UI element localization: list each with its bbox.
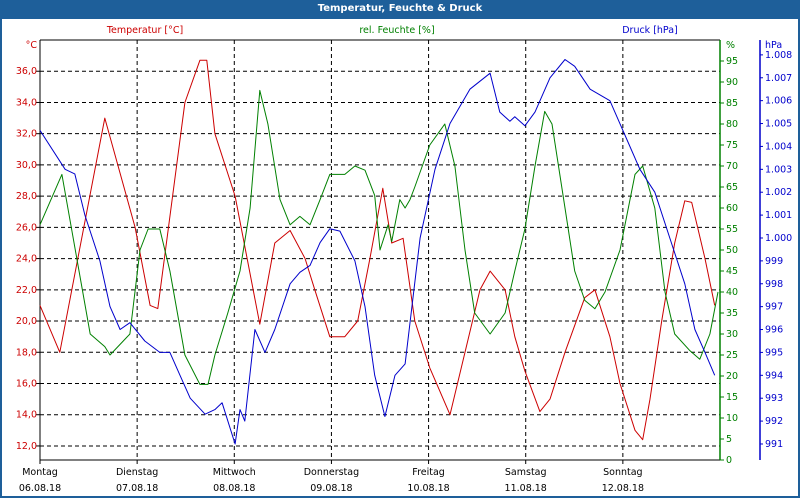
pressure-tick-label: 991 bbox=[765, 439, 783, 450]
day-name: Samstag bbox=[505, 467, 547, 478]
pressure-tick-label: 1.006 bbox=[765, 96, 792, 107]
humidity-tick-label: 55 bbox=[726, 224, 738, 235]
pressure-tick-label: 1.008 bbox=[765, 50, 792, 61]
temp-tick-label: 16,0 bbox=[16, 378, 37, 389]
pressure-axis-title: Druck [hPa] bbox=[622, 25, 678, 36]
day-date: 06.08.18 bbox=[19, 483, 61, 494]
humidity-tick-label: 40 bbox=[726, 287, 738, 298]
pressure-tick-label: 1.000 bbox=[765, 233, 792, 244]
series-line-press bbox=[39, 59, 716, 445]
pressure-tick-label: 995 bbox=[765, 347, 783, 358]
humidity-tick-label: 15 bbox=[726, 392, 738, 403]
chart: 12,0 14,0 16,0 18,0 20,0 22,0 24,0 26,0 28,0 30,0… bbox=[16, 25, 792, 494]
day-date: 09.08.18 bbox=[310, 483, 352, 494]
pressure-tick-label: 994 bbox=[765, 370, 783, 381]
temp-unit: °C bbox=[26, 40, 38, 51]
temp-tick-label: 14,0 bbox=[16, 410, 37, 421]
day-date: 12.08.18 bbox=[602, 483, 644, 494]
day-name: Mittwoch bbox=[213, 467, 256, 478]
temp-tick-label: 20,0 bbox=[16, 316, 37, 327]
series-line-temp bbox=[39, 59, 716, 441]
day-name: Montag bbox=[22, 467, 58, 478]
pressure-tick-label: 996 bbox=[765, 325, 783, 336]
day-name: Donnerstag bbox=[304, 467, 359, 478]
temp-tick-label: 12,0 bbox=[16, 441, 37, 452]
temp-tick-label: 24,0 bbox=[16, 254, 37, 265]
pressure-tick-label: 1.004 bbox=[765, 141, 792, 152]
humidity-tick-label: 45 bbox=[726, 266, 738, 277]
temp-tick-label: 34,0 bbox=[16, 97, 37, 108]
humidity-tick-label: 5 bbox=[726, 434, 732, 445]
humidity-axis-title: rel. Feuchte [%] bbox=[359, 25, 434, 36]
temp-tick-label: 30,0 bbox=[16, 160, 37, 171]
humidity-tick-label: 65 bbox=[726, 182, 738, 193]
humidity-tick-label: 60 bbox=[726, 203, 738, 214]
temp-tick-label: 28,0 bbox=[16, 191, 37, 202]
humidity-tick-label: 50 bbox=[726, 245, 738, 256]
humidity-tick-label: 20 bbox=[726, 371, 738, 382]
humidity-tick-label: 0 bbox=[726, 455, 732, 466]
pressure-tick-label: 1.003 bbox=[765, 164, 792, 175]
humidity-tick-label: 95 bbox=[726, 56, 738, 67]
humidity-unit: % bbox=[726, 40, 735, 51]
day-name: Freitag bbox=[412, 467, 445, 478]
temp-tick-label: 18,0 bbox=[16, 347, 37, 358]
pressure-tick-label: 999 bbox=[765, 256, 783, 267]
temp-tick-label: 26,0 bbox=[16, 222, 37, 233]
temp-tick-label: 22,0 bbox=[16, 285, 37, 296]
temp-tick-label: 32,0 bbox=[16, 129, 37, 140]
pressure-tick-label: 1.001 bbox=[765, 210, 792, 221]
day-name: Dienstag bbox=[116, 467, 158, 478]
pressure-tick-label: 1.002 bbox=[765, 187, 792, 198]
day-date: 11.08.18 bbox=[505, 483, 547, 494]
day-date: 08.08.18 bbox=[213, 483, 255, 494]
day-date: 07.08.18 bbox=[116, 483, 158, 494]
pressure-tick-label: 1.007 bbox=[765, 73, 792, 84]
pressure-tick-label: 997 bbox=[765, 302, 783, 313]
temp-axis-title: Temperatur [°C] bbox=[106, 25, 183, 36]
day-date: 10.08.18 bbox=[407, 483, 449, 494]
day-name: Sonntag bbox=[603, 467, 642, 478]
humidity-tick-label: 25 bbox=[726, 350, 738, 361]
pressure-unit: hPa bbox=[765, 40, 782, 51]
humidity-tick-label: 85 bbox=[726, 98, 738, 109]
humidity-tick-label: 30 bbox=[726, 329, 738, 340]
pressure-tick-label: 993 bbox=[765, 393, 783, 404]
pressure-tick-label: 1.005 bbox=[765, 119, 792, 130]
humidity-tick-label: 70 bbox=[726, 161, 738, 172]
series-line-hum bbox=[39, 89, 719, 385]
pressure-tick-label: 998 bbox=[765, 279, 783, 290]
humidity-tick-label: 10 bbox=[726, 413, 738, 424]
pressure-tick-label: 992 bbox=[765, 416, 783, 427]
temp-tick-label: 36,0 bbox=[16, 66, 37, 77]
humidity-tick-label: 35 bbox=[726, 308, 738, 319]
humidity-tick-label: 90 bbox=[726, 77, 738, 88]
humidity-tick-label: 80 bbox=[726, 119, 738, 130]
humidity-tick-label: 75 bbox=[726, 140, 738, 151]
